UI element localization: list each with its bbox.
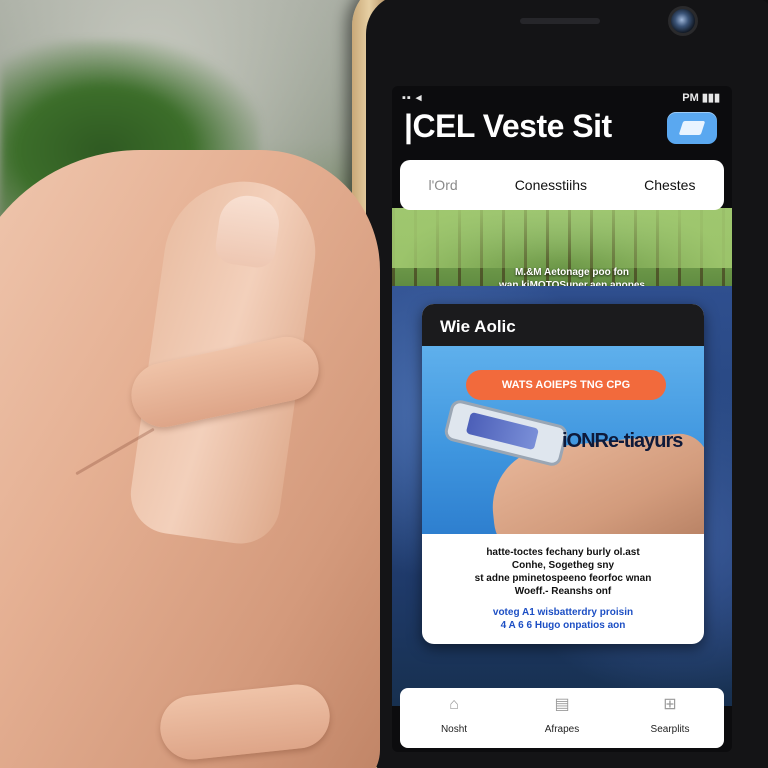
status-left: ▪▪ ◂	[402, 92, 423, 104]
bag-icon: ▤	[554, 696, 570, 713]
card-title: Wie Aolic	[422, 304, 704, 346]
card-image-headline: iONRe-tiayurs	[562, 430, 683, 452]
photo-scene: ▪▪ ◂ PM ▮▮▮ |CEL Veste Sit M.&M Aetonage…	[0, 0, 768, 768]
grid-icon: ⊞	[663, 696, 677, 713]
phone-illustration-screen	[465, 411, 539, 451]
promo-button[interactable]: WATS AOIEPS TNG CPG	[466, 370, 666, 400]
card-body: hatte-toctes fechany burly ol.ast Conhe,…	[422, 534, 704, 644]
tab-label: Searplits	[650, 724, 690, 735]
status-bar: ▪▪ ◂ PM ▮▮▮	[392, 86, 732, 108]
home-icon: ⌂	[449, 696, 459, 713]
card-icon	[678, 121, 706, 135]
card-description: hatte-toctes fechany burly ol.ast Conhe,…	[474, 547, 652, 597]
header-action-button[interactable]	[667, 112, 717, 144]
tab-nosht[interactable]: ⌂ Nosht	[409, 688, 499, 735]
holding-hand	[0, 150, 380, 768]
top-navigation: l'Ord Conesstiihs Chestes	[400, 160, 724, 210]
earpiece-speaker	[520, 18, 600, 24]
front-camera-icon	[668, 6, 698, 36]
middle-finger	[157, 681, 333, 763]
card-link[interactable]: voteg A1 wisbatterdry proisin 4 A 6 6 Hu…	[434, 606, 692, 632]
nav-item-conesstiihs[interactable]: Conesstiihs	[507, 171, 595, 199]
nav-item-ord[interactable]: l'Ord	[421, 171, 466, 199]
nav-item-chestes[interactable]: Chestes	[636, 171, 703, 199]
phone-screen: ▪▪ ◂ PM ▮▮▮ |CEL Veste Sit M.&M Aetonage…	[392, 86, 732, 752]
tab-afrapes[interactable]: ▤ Afrapes	[517, 688, 607, 735]
app-title: |CEL Veste Sit	[404, 108, 612, 144]
card-image: WATS AOIEPS TNG CPG iONRe-tiayurs	[422, 346, 704, 534]
bottom-tab-bar: ⌂ Nosht ▤ Afrapes ⊞ Searplits	[400, 688, 724, 748]
feature-card[interactable]: Wie Aolic WATS AOIEPS TNG CPG iONRe-tiay…	[422, 304, 704, 644]
status-right: PM ▮▮▮	[682, 92, 720, 104]
tab-label: Nosht	[440, 724, 468, 735]
tree-canopy	[392, 208, 732, 268]
tab-label: Afrapes	[544, 724, 580, 735]
tab-searplits[interactable]: ⊞ Searplits	[625, 688, 715, 735]
phone-illustration	[442, 398, 570, 468]
